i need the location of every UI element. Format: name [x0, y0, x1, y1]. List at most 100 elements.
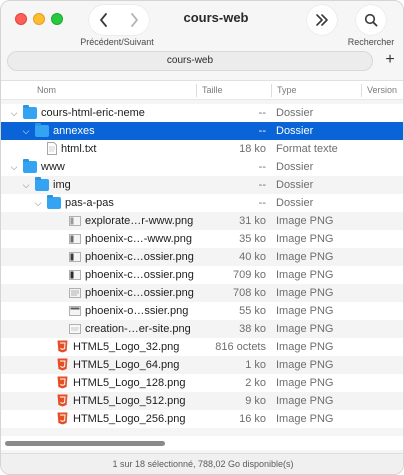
list-row[interactable]: creation-…er-site.png 38 ko Image PNG [1, 320, 403, 338]
more-toolbar-items-button[interactable] [307, 5, 337, 35]
scrollbar-thumb[interactable] [5, 441, 165, 446]
png-thumbnail-icon [69, 306, 81, 316]
file-size: 1 ko [245, 359, 266, 371]
list-row[interactable]: phoenix-c…-www.png 35 ko Image PNG [1, 230, 403, 248]
file-name: HTML5_Logo_32.png [73, 341, 180, 353]
chevron-down-icon[interactable]: ⌵ [33, 194, 43, 212]
file-size: 35 ko [239, 233, 266, 245]
folder-icon [23, 105, 37, 119]
file-name: phoenix-o…ssier.png [85, 305, 189, 317]
file-size: 708 ko [232, 287, 266, 299]
window-title: cours-web [183, 10, 249, 25]
column-header: Nom Taille Type Version [1, 80, 403, 100]
list-row[interactable]: HTML5_Logo_32.png 816 octets Image PNG [1, 338, 403, 356]
list-row[interactable]: ⌵ pas-a-pas -- Dossier [1, 194, 403, 212]
list-row[interactable]: HTML5_Logo_512.png 9 ko Image PNG [1, 392, 403, 410]
back-forward-group [89, 5, 149, 35]
file-kind: Dossier [276, 179, 314, 191]
file-kind: Format texte [276, 143, 338, 155]
file-size: -- [258, 197, 266, 209]
column-divider[interactable] [271, 84, 272, 97]
column-divider[interactable] [196, 84, 197, 97]
file-size: 55 ko [239, 305, 266, 317]
list-row[interactable]: phoenix-o…ssier.png 55 ko Image PNG [1, 302, 403, 320]
file-kind: Image PNG [276, 341, 334, 353]
forward-button[interactable] [119, 5, 149, 35]
file-name: phoenix-c…ossier.png [85, 251, 194, 263]
list-row[interactable]: explorate…r-www.png 31 ko Image PNG [1, 212, 403, 230]
nav-caption: Précédent/Suivant [80, 37, 154, 47]
file-name: phoenix-c…ossier.png [85, 269, 194, 281]
list-row[interactable]: ⌵ img -- Dossier [1, 176, 403, 194]
file-name: www [41, 161, 65, 173]
file-size: 31 ko [239, 215, 266, 227]
png-thumbnail-icon [69, 270, 81, 280]
file-name: HTML5_Logo_128.png [73, 377, 186, 389]
path-bar[interactable]: cours-web [7, 51, 373, 71]
file-size: 18 ko [239, 143, 266, 155]
list-row[interactable]: HTML5_Logo_64.png 1 ko Image PNG [1, 356, 403, 374]
file-size: 16 ko [239, 413, 266, 425]
back-button[interactable] [89, 5, 119, 35]
png-thumbnail-icon [69, 252, 81, 262]
list-row[interactable]: phoenix-c…ossier.png 708 ko Image PNG [1, 284, 403, 302]
file-name: HTML5_Logo_512.png [73, 395, 186, 407]
file-name: creation-…er-site.png [85, 323, 191, 335]
search-caption: Rechercher [347, 37, 395, 47]
list-row[interactable]: phoenix-c…ossier.png 709 ko Image PNG [1, 266, 403, 284]
search-icon [364, 13, 378, 27]
column-size-header[interactable]: Taille [202, 85, 223, 95]
list-row[interactable]: HTML5_Logo_128.png 2 ko Image PNG [1, 374, 403, 392]
minimize-window-button[interactable] [33, 13, 45, 25]
file-name: explorate…r-www.png [85, 215, 194, 227]
chevron-right-icon [131, 13, 138, 27]
file-size: 816 octets [215, 341, 266, 353]
file-size: 709 ko [232, 269, 266, 281]
chevron-down-icon[interactable]: ⌵ [9, 104, 19, 122]
status-bar: 1 sur 18 sélectionné, 788,02 Go disponib… [1, 453, 403, 474]
toolbar: Précédent/Suivant cours-web Rechercher c… [1, 1, 403, 79]
add-button[interactable]: + [380, 51, 400, 71]
column-divider[interactable] [361, 84, 362, 97]
list-row[interactable]: ⌵ www -- Dossier [1, 158, 403, 176]
file-name: phoenix-c…-www.png [85, 233, 192, 245]
list-row[interactable]: HTML5_Logo_256.png 16 ko Image PNG [1, 410, 403, 428]
chevron-down-icon[interactable]: ⌵ [21, 176, 31, 194]
file-size: -- [258, 107, 266, 119]
file-size: 40 ko [239, 251, 266, 263]
list-row[interactable]: html.txt 18 ko Format texte [1, 140, 403, 158]
column-version-header[interactable]: Version [367, 85, 397, 95]
file-size: -- [258, 161, 266, 173]
file-name: img [53, 179, 71, 191]
file-list: ⌵ cours-html-eric-neme -- Dossier ⌵ anne… [1, 104, 403, 428]
list-row[interactable]: phoenix-c…ossier.png 40 ko Image PNG [1, 248, 403, 266]
folder-icon [23, 159, 37, 173]
chevron-down-icon[interactable]: ⌵ [9, 158, 19, 176]
column-name-header[interactable]: Nom [37, 85, 56, 95]
file-name: pas-a-pas [65, 197, 114, 209]
file-kind: Image PNG [276, 251, 334, 263]
file-kind: Image PNG [276, 395, 334, 407]
png-thumbnail-icon [69, 288, 81, 298]
list-row-selected[interactable]: ⌵ annexes -- Dossier [1, 122, 403, 140]
file-size: -- [258, 125, 266, 137]
file-name: HTML5_Logo_64.png [73, 359, 180, 371]
file-kind: Dossier [276, 125, 314, 137]
file-name: phoenix-c…ossier.png [85, 287, 194, 299]
html5-logo-icon [57, 394, 68, 407]
file-name: HTML5_Logo_256.png [73, 413, 186, 425]
column-kind-header[interactable]: Type [277, 85, 297, 95]
chevron-down-icon[interactable]: ⌵ [21, 122, 31, 140]
horizontal-scrollbar[interactable] [1, 436, 403, 450]
folder-icon [35, 123, 49, 137]
file-kind: Image PNG [276, 215, 334, 227]
html5-logo-icon [57, 412, 68, 425]
file-kind: Image PNG [276, 305, 334, 317]
file-kind: Image PNG [276, 323, 334, 335]
close-window-button[interactable] [15, 13, 27, 25]
list-row[interactable]: ⌵ cours-html-eric-neme -- Dossier [1, 104, 403, 122]
file-name: cours-html-eric-neme [41, 107, 145, 119]
html5-logo-icon [57, 358, 68, 371]
search-button[interactable] [356, 5, 386, 35]
zoom-window-button[interactable] [51, 13, 63, 25]
